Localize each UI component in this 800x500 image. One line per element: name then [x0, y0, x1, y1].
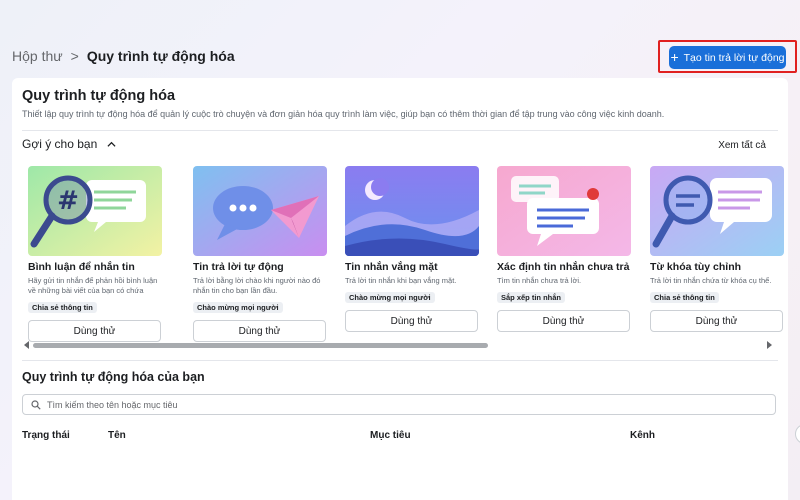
card-tag: Chào mừng mọi người	[345, 292, 435, 303]
card-tag: Sắp xếp tin nhắn	[497, 292, 566, 303]
suggestion-card[interactable]: Từ khóa tùy chỉnh Trả lời tin nhắn chứa …	[650, 166, 784, 332]
card-title: Bình luận để nhắn tin	[28, 261, 135, 273]
card-description: Trả lời tin nhắn khi bạn vắng mặt.	[345, 276, 457, 285]
try-button[interactable]: Dùng thử	[650, 310, 783, 332]
suggestion-card[interactable]: Tin trả lời tự động Trả lời bằng lời chà…	[193, 166, 327, 342]
suggestions-toggle[interactable]: Gợi ý cho bạn	[22, 137, 116, 151]
card-title: Tin trả lời tự động	[193, 261, 284, 273]
column-header-name[interactable]: Tên	[108, 430, 126, 441]
breadcrumb: Hộp thư > Quy trình tự động hóa	[12, 48, 235, 64]
card-title: Xác định tin nhắn chưa trả lời	[497, 261, 631, 273]
try-button[interactable]: Dùng thử	[345, 310, 478, 332]
panel-title: Quy trình tự động hóa	[22, 88, 176, 104]
try-button[interactable]: Dùng thử	[497, 310, 630, 332]
suggestion-cards: # Bình luận để nhắn tin Hãy gửi tin nhắn…	[28, 166, 788, 346]
divider	[22, 130, 778, 131]
card-description: Trả lời tin nhắn chứa từ khóa cụ thể.	[650, 276, 772, 285]
scroll-right-arrow-icon[interactable]	[766, 341, 772, 349]
top-bar: Hộp thư > Quy trình tự động hóa + Tạo ti…	[0, 0, 800, 76]
card-title: Từ khóa tùy chỉnh	[650, 261, 742, 273]
card-description: Hãy gửi tin nhắn để phản hồi bình luận v…	[28, 276, 158, 297]
suggestion-card[interactable]: Tin nhắn vắng mặt Trả lời tin nhắn khi b…	[345, 166, 479, 332]
search-icon	[31, 399, 41, 410]
suggestion-card[interactable]: # Bình luận để nhắn tin Hãy gửi tin nhắn…	[28, 166, 162, 342]
column-header-channel[interactable]: Kênh	[630, 430, 655, 441]
try-button[interactable]: Dùng thử	[193, 320, 326, 342]
floating-edge-button[interactable]	[795, 424, 800, 444]
paper-plane-chat-icon	[193, 166, 327, 256]
unread-chat-icon	[497, 166, 631, 256]
create-auto-reply-button[interactable]: + Tạo tin trả lời tự động	[669, 46, 786, 69]
create-auto-reply-label: Tạo tin trả lời tự động	[683, 51, 785, 64]
card-description: Tìm tin nhắn chưa trả lời.	[497, 276, 582, 285]
card-title: Tin nhắn vắng mặt	[345, 261, 438, 273]
card-tag: Chia sẻ thông tin	[28, 302, 97, 313]
breadcrumb-inbox-link[interactable]: Hộp thư	[12, 48, 63, 64]
see-all-link[interactable]: Xem tất cả	[718, 140, 766, 151]
scroll-left-arrow-icon[interactable]	[24, 341, 30, 349]
panel-description: Thiết lập quy trình tự động hóa để quản …	[22, 109, 665, 119]
try-button[interactable]: Dùng thử	[28, 320, 161, 342]
automation-panel: Quy trình tự động hóa Thiết lập quy trìn…	[12, 78, 788, 500]
search-input[interactable]	[47, 399, 747, 410]
svg-text:#: #	[57, 186, 79, 216]
your-automations-title: Quy trình tự động hóa của bạn	[22, 370, 205, 384]
suggestions-title: Gợi ý cho bạn	[22, 137, 98, 151]
card-tag: Chào mừng mọi người	[193, 302, 283, 313]
hashtag-magnifier-icon: #	[28, 166, 162, 256]
card-description: Trả lời bằng lời chào khi người nào đó n…	[193, 276, 321, 296]
plus-icon: +	[670, 49, 679, 65]
moon-landscape-icon	[345, 166, 479, 256]
horizontal-scrollbar-thumb[interactable]	[33, 343, 488, 348]
column-header-status[interactable]: Trạng thái	[22, 430, 70, 441]
page-title: Quy trình tự động hóa	[86, 48, 235, 64]
divider	[22, 360, 778, 361]
suggestion-card[interactable]: Xác định tin nhắn chưa trả lời Tìm tin n…	[497, 166, 631, 332]
chevron-up-icon	[107, 141, 116, 147]
column-header-goal[interactable]: Mục tiêu	[370, 430, 411, 441]
breadcrumb-chevron-right-icon: >	[70, 48, 79, 64]
keyword-magnifier-icon	[650, 166, 784, 256]
card-tag: Chia sẻ thông tin	[650, 292, 719, 303]
search-box[interactable]	[22, 394, 776, 415]
